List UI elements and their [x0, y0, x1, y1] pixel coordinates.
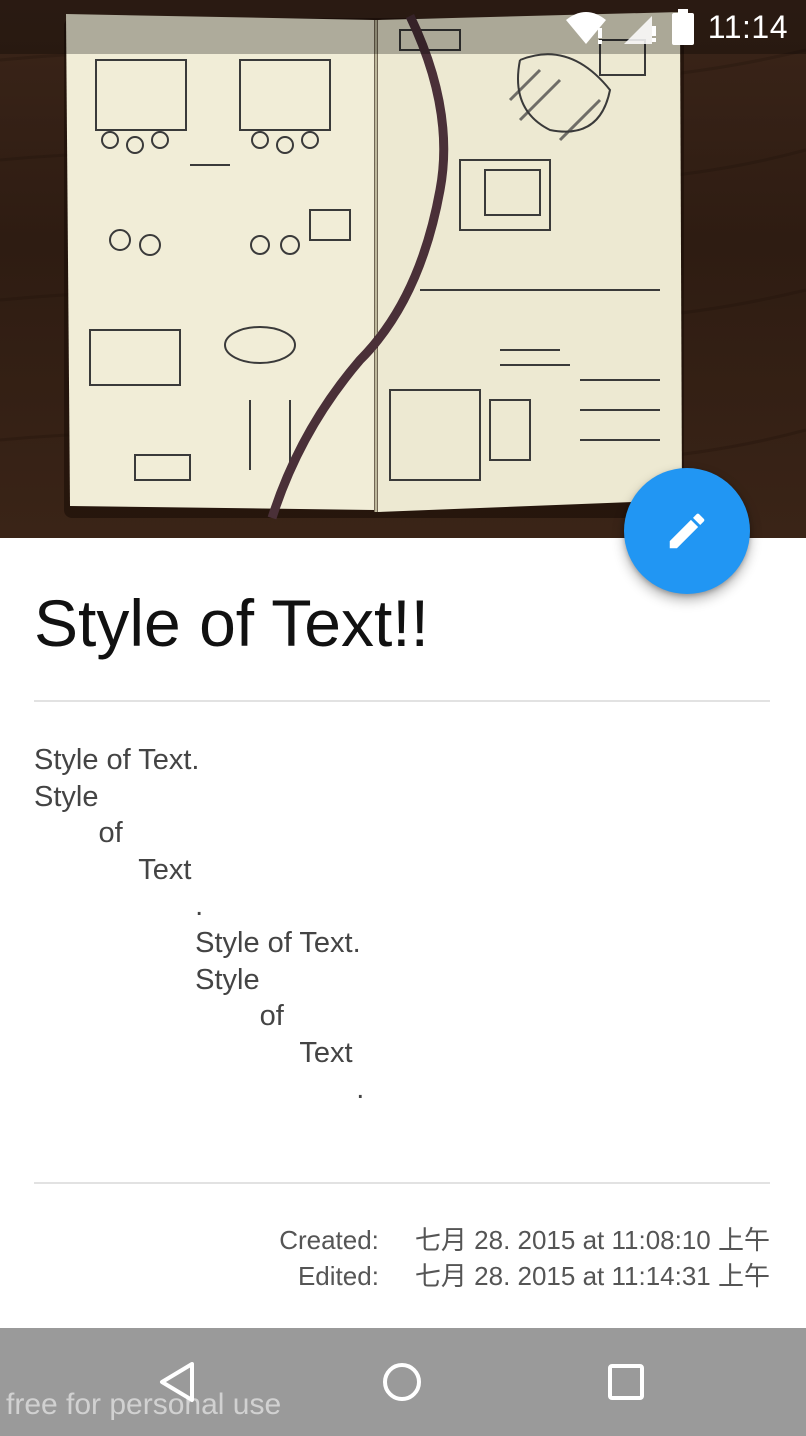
header-image	[0, 0, 806, 538]
created-row: Created: 七月 28. 2015 at 11:08:10 上午	[259, 1222, 770, 1258]
note-body-line: of	[34, 1000, 284, 1033]
created-label: Created:	[279, 1225, 379, 1255]
note-body-line: .	[34, 890, 204, 923]
note-metadata: Created: 七月 28. 2015 at 11:08:10 上午 Edit…	[259, 1222, 770, 1294]
edit-fab-button[interactable]	[624, 468, 750, 594]
status-clock: 11:14	[707, 8, 788, 45]
recents-icon	[608, 1364, 644, 1400]
edited-row: Edited: 七月 28. 2015 at 11:14:31 上午	[259, 1258, 770, 1294]
pencil-icon	[669, 513, 705, 549]
note-body-line: Style of Text.	[34, 744, 200, 776]
body-divider	[34, 1182, 770, 1184]
home-button[interactable]	[347, 1328, 457, 1436]
note-body-line: Style	[34, 963, 260, 996]
note-body-line: of	[34, 817, 123, 850]
watermark-text: free for personal use	[6, 1388, 282, 1421]
title-divider	[34, 700, 770, 702]
edited-label: Edited:	[297, 1261, 379, 1291]
notebook-photo	[0, 12, 806, 520]
note-body-line: Text	[34, 853, 192, 886]
signal-icon	[623, 16, 656, 44]
recents-button[interactable]	[571, 1328, 681, 1436]
note-body: Style of Text. Style of Text . Style of …	[34, 742, 364, 1108]
created-value: 七月 28. 2015 at 11:08:10 上午	[414, 1225, 770, 1255]
note-title: Style of Text!!	[34, 586, 429, 660]
home-icon	[383, 1363, 421, 1401]
status-bar: 11:14	[0, 0, 806, 54]
battery-icon	[671, 9, 694, 45]
note-body-line: .	[34, 1073, 365, 1106]
edited-value: 七月 28. 2015 at 11:14:31 上午	[414, 1261, 770, 1291]
note-body-line: Text	[34, 1036, 353, 1069]
note-body-line: Style of Text.	[34, 926, 361, 959]
wifi-icon	[565, 12, 606, 44]
note-body-line: Style	[34, 780, 99, 813]
